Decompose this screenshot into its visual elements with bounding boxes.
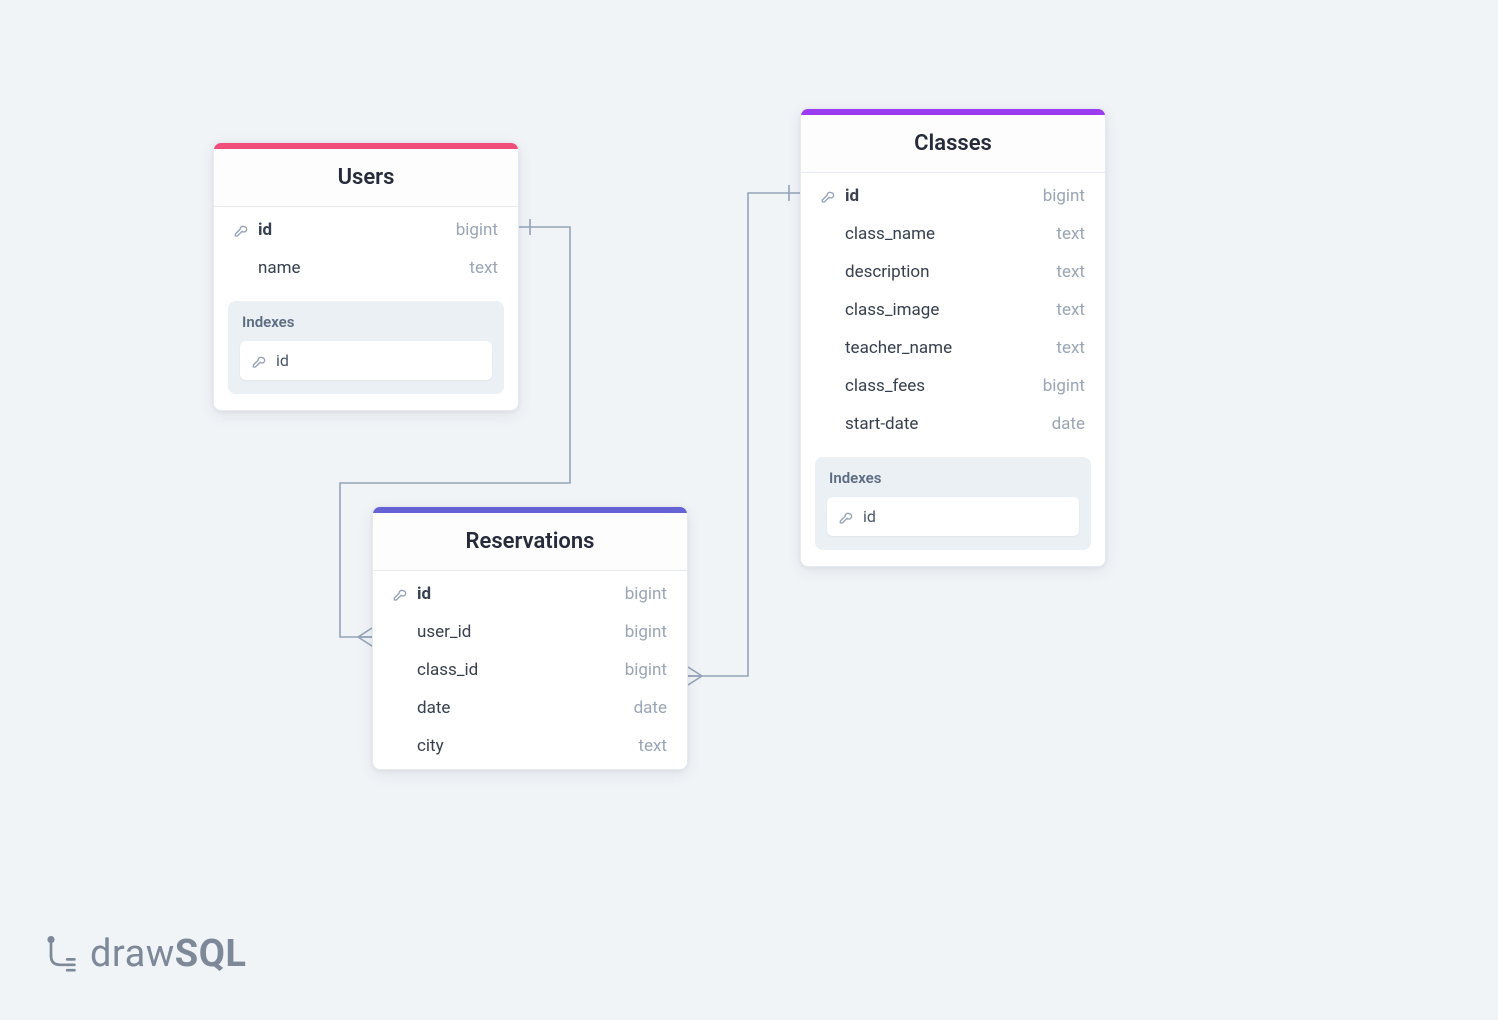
brand-logo: drawSQL [42,932,246,976]
table-title: Users [214,149,518,207]
table-users[interactable]: Users idbigintnametext Indexes id [213,142,519,411]
column-row[interactable]: teacher_nametext [801,329,1105,367]
column-row[interactable]: start-datedate [801,405,1105,443]
column-row[interactable]: idbigint [373,575,687,613]
indexes-box: Indexes id [228,301,504,394]
column-type: text [469,258,498,278]
columns-list: idbigintclass_nametextdescriptiontextcla… [801,173,1105,447]
column-type: text [1056,338,1085,358]
column-name: user_id [417,622,625,642]
column-row[interactable]: descriptiontext [801,253,1105,291]
column-name: class_name [845,224,1056,244]
column-row[interactable]: datedate [373,689,687,727]
columns-list: idbigintnametext [214,207,518,291]
key-icon [234,222,250,238]
key-icon [821,188,845,204]
drawsql-icon [42,936,78,972]
column-name: start-date [845,414,1052,434]
key-icon [393,586,409,602]
key-icon [252,353,268,369]
column-name: city [417,736,638,756]
columns-list: idbigintuser_idbigintclass_idbigintdated… [373,571,687,769]
key-icon [839,509,855,525]
indexes-label: Indexes [240,313,492,331]
column-name: class_image [845,300,1056,320]
column-name: name [258,258,469,278]
column-row[interactable]: idbigint [214,211,518,249]
index-name: id [276,351,289,370]
key-icon [393,586,417,602]
column-row[interactable]: class_feesbigint [801,367,1105,405]
column-type: text [1056,224,1085,244]
column-row[interactable]: class_idbigint [373,651,687,689]
column-name: teacher_name [845,338,1056,358]
column-type: date [634,698,667,718]
table-reservations[interactable]: Reservations idbigintuser_idbigintclass_… [372,506,688,770]
column-type: bigint [625,622,667,642]
column-row[interactable]: nametext [214,249,518,287]
index-item[interactable]: id [240,341,492,380]
column-name: id [417,584,625,604]
column-type: bigint [625,584,667,604]
column-type: date [1052,414,1085,434]
column-type: text [1056,262,1085,282]
column-row[interactable]: idbigint [801,177,1105,215]
indexes-label: Indexes [827,469,1079,487]
key-icon [234,222,258,238]
index-name: id [863,507,876,526]
column-row[interactable]: class_nametext [801,215,1105,253]
column-type: bigint [456,220,498,240]
connector-classes-to-reservations [688,185,800,685]
key-icon [821,188,837,204]
column-name: date [417,698,634,718]
column-name: id [258,220,456,240]
index-item[interactable]: id [827,497,1079,536]
column-row[interactable]: class_imagetext [801,291,1105,329]
column-name: id [845,186,1043,206]
table-title: Classes [801,115,1105,173]
column-type: bigint [625,660,667,680]
column-name: class_id [417,660,625,680]
column-name: description [845,262,1056,282]
column-name: class_fees [845,376,1043,396]
diagram-canvas[interactable]: Users idbigintnametext Indexes id Classe… [0,0,1498,1020]
brand-text: drawSQL [90,932,246,976]
column-type: bigint [1043,376,1085,396]
column-type: bigint [1043,186,1085,206]
table-title: Reservations [373,513,687,571]
column-type: text [638,736,667,756]
column-type: text [1056,300,1085,320]
table-classes[interactable]: Classes idbigintclass_nametextdescriptio… [800,108,1106,567]
column-row[interactable]: citytext [373,727,687,765]
column-row[interactable]: user_idbigint [373,613,687,651]
indexes-box: Indexes id [815,457,1091,550]
